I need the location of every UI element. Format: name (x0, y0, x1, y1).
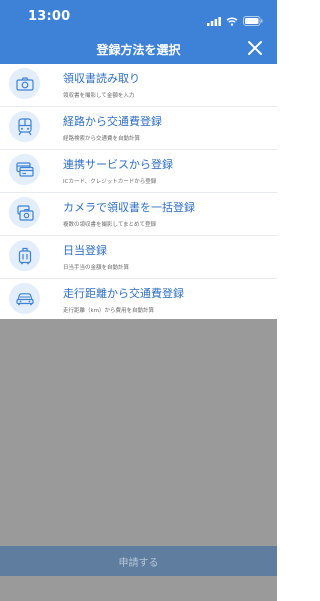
method-item-distance-transport[interactable]: 走行距離から交通費登録 走行距離（km）から費用を自動計算 (0, 279, 277, 319)
method-description: 領収書を撮影して金額を入力 (63, 93, 135, 99)
method-title: 走行距離から交通費登録 (63, 287, 184, 300)
method-description: 日当手当の金額を自動計算 (63, 265, 130, 271)
cards-icon (9, 154, 40, 185)
method-title: 領収書読み取り (63, 72, 140, 85)
registration-method-list: 領収書読み取り 領収書を撮影して金額を入力 経路から交通費登録 経路検索から交通… (0, 64, 277, 319)
bottom-safe-area (0, 576, 277, 601)
method-title: 日当登録 (63, 244, 107, 257)
top-bar: 13:00 登録方法を選択 (0, 0, 277, 64)
method-description: ICカード、クレジットカードから登録 (63, 179, 157, 185)
close-icon (248, 41, 262, 55)
screen: 13:00 登録方法を選択 領収書読み取り 領収書を撮影して金額を入力 経路から… (0, 0, 277, 601)
status-icons (207, 11, 263, 30)
method-title: 経路から交通費登録 (63, 115, 162, 128)
method-item-route-transport[interactable]: 経路から交通費登録 経路検索から交通費を自動計算 (0, 107, 277, 150)
battery-icon (243, 11, 263, 30)
close-button[interactable] (244, 37, 266, 59)
apply-button[interactable]: 申請する (0, 546, 277, 576)
status-time: 13:00 (28, 9, 71, 24)
suitcase-icon (9, 240, 40, 271)
method-item-receipt-scan[interactable]: 領収書読み取り 領収書を撮影して金額を入力 (0, 64, 277, 107)
method-item-linked-services[interactable]: 連携サービスから登録 ICカード、クレジットカードから登録 (0, 150, 277, 193)
train-icon (9, 111, 40, 142)
method-description: 経路検索から交通費を自動計算 (63, 136, 141, 142)
method-description: 複数の領収書を撮影してまとめて登録 (63, 222, 157, 228)
signal-icon (207, 11, 221, 30)
method-title: カメラで領収書を一括登録 (63, 201, 195, 214)
page-title: 登録方法を選択 (96, 43, 181, 57)
header: 登録方法を選択 (0, 34, 277, 64)
method-title: 連携サービスから登録 (63, 158, 173, 171)
method-description: 走行距離（km）から費用を自動計算 (63, 308, 155, 314)
method-item-bulk-camera[interactable]: カメラで領収書を一括登録 複数の領収書を撮影してまとめて登録 (0, 193, 277, 236)
method-item-daily-allowance[interactable]: 日当登録 日当手当の金額を自動計算 (0, 236, 277, 279)
apply-label: 申請する (118, 558, 159, 569)
status-bar: 13:00 (0, 0, 277, 34)
multi-receipt-camera-icon (9, 197, 40, 228)
wifi-icon (226, 11, 238, 30)
camera-icon (9, 68, 40, 99)
car-icon (9, 283, 40, 314)
